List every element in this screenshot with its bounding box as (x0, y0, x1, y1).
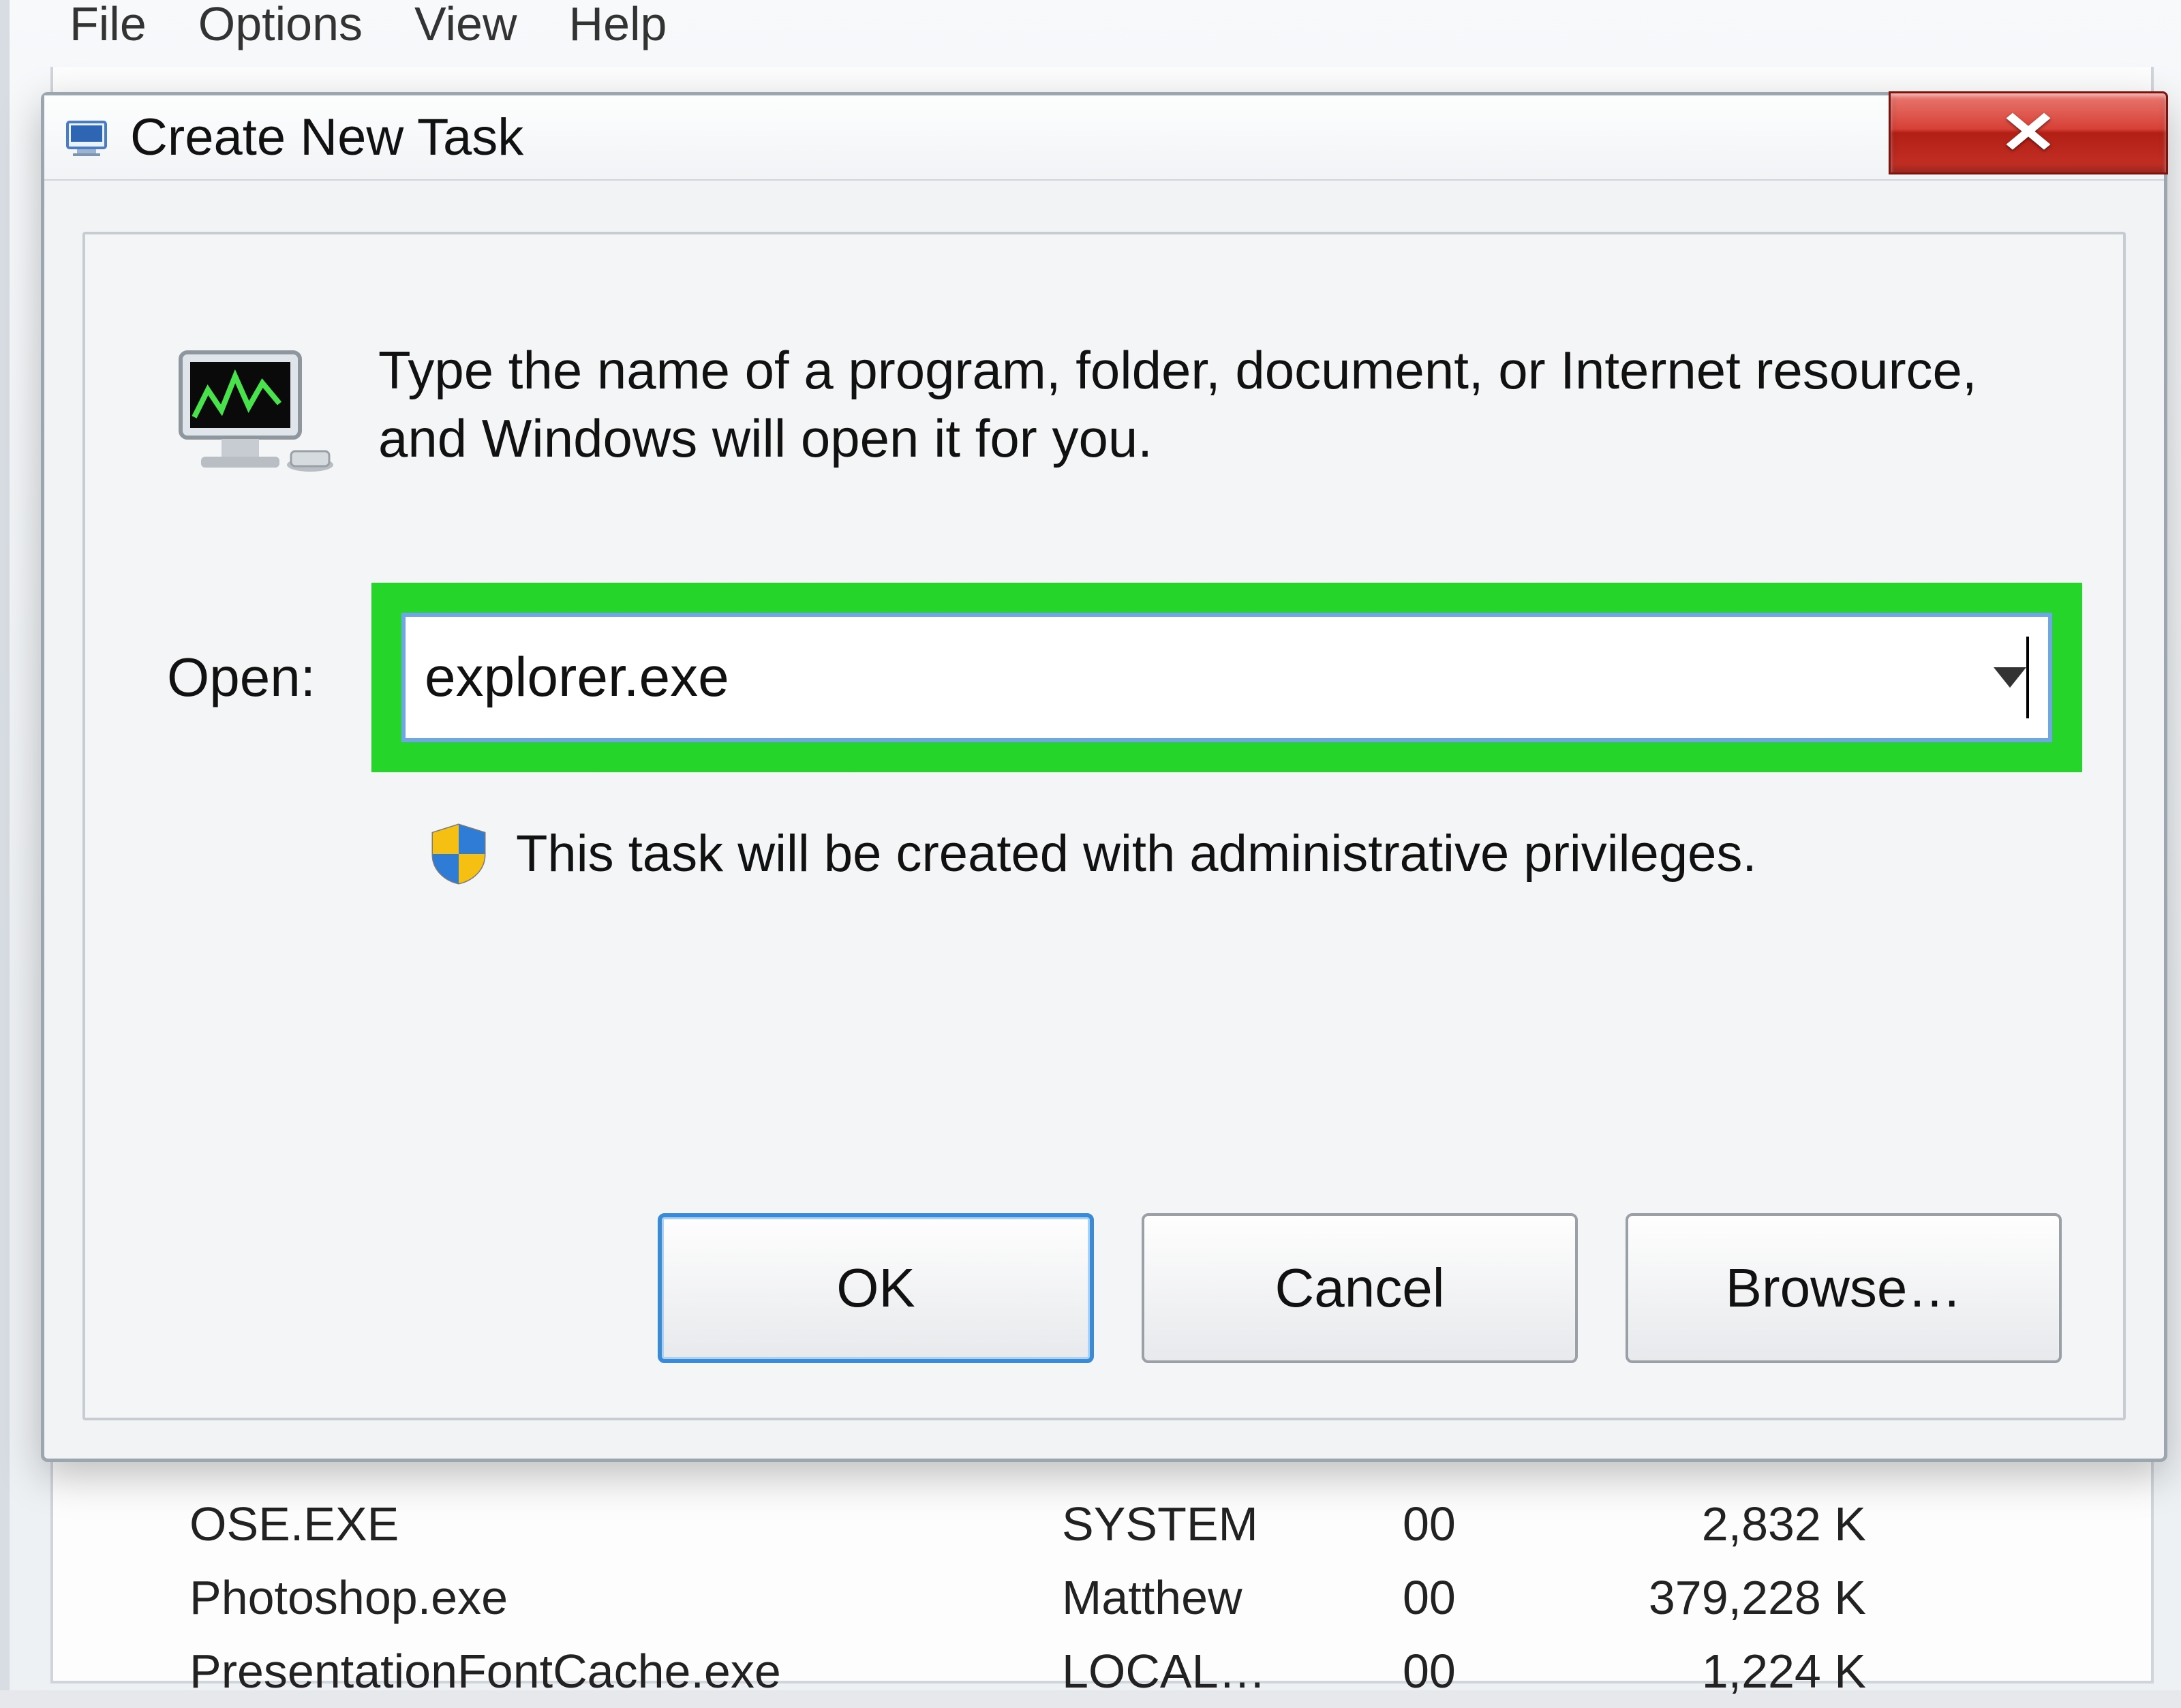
dialog-body: Type the name of a program, folder, docu… (82, 232, 2126, 1420)
admin-note-row: This task will be created with administr… (426, 821, 2069, 886)
table-row[interactable]: PresentationFontCache.exe LOCAL… 00 1,22… (189, 1634, 2124, 1708)
open-label: Open: (167, 646, 371, 709)
process-user: LOCAL… (1062, 1644, 1403, 1698)
uac-shield-icon (426, 821, 491, 886)
open-combobox[interactable] (401, 613, 2052, 742)
process-mem: 379,228 K (1607, 1570, 1866, 1625)
run-program-icon (167, 342, 337, 478)
menu-bar: File Options View Help (64, 0, 672, 61)
browse-button[interactable]: Browse… (1626, 1213, 2062, 1363)
process-mem: 2,832 K (1607, 1497, 1866, 1551)
text-caret (2026, 637, 2029, 718)
dialog-button-row: OK Cancel Browse… (85, 1213, 2123, 1363)
table-row[interactable]: Photoshop.exe Matthew 00 379,228 K (189, 1561, 2124, 1634)
create-new-task-dialog: Create New Task ✕ Type the name of a pro… (41, 92, 2167, 1462)
cancel-button[interactable]: Cancel (1142, 1213, 1578, 1363)
process-cpu: 00 (1403, 1497, 1607, 1551)
process-name: PresentationFontCache.exe (189, 1644, 1062, 1698)
close-icon: ✕ (1999, 99, 2058, 167)
process-cpu: 00 (1403, 1644, 1607, 1698)
title-bar[interactable]: Create New Task ✕ (44, 95, 2164, 181)
dialog-title: Create New Task (130, 108, 523, 167)
run-dialog-icon (65, 118, 114, 157)
close-button[interactable]: ✕ (1889, 91, 2168, 174)
instruction-row: Type the name of a program, folder, docu… (167, 337, 2069, 478)
process-name: OSE.EXE (189, 1497, 1062, 1551)
process-user: Matthew (1062, 1570, 1403, 1625)
open-row: Open: (167, 555, 2082, 800)
process-name: Photoshop.exe (189, 1570, 1062, 1625)
ok-button[interactable]: OK (658, 1213, 1094, 1363)
dropdown-arrow-icon[interactable] (1994, 667, 2026, 688)
menu-options[interactable]: Options (193, 0, 368, 54)
admin-note-text: This task will be created with administr… (516, 824, 1756, 883)
browse-button-label: Browse… (1726, 1257, 1962, 1320)
menu-file[interactable]: File (64, 0, 152, 54)
ok-button-label: OK (836, 1257, 915, 1320)
process-cpu: 00 (1403, 1570, 1607, 1625)
cancel-button-label: Cancel (1275, 1257, 1444, 1320)
process-user: SYSTEM (1062, 1497, 1403, 1551)
process-mem: 1,224 K (1607, 1644, 1866, 1698)
menu-view[interactable]: View (409, 0, 522, 54)
instruction-text: Type the name of a program, folder, docu… (378, 337, 2069, 478)
menu-help[interactable]: Help (564, 0, 673, 54)
process-table: OSE.EXE SYSTEM 00 2,832 K Photoshop.exe … (189, 1487, 2124, 1708)
open-input[interactable] (425, 645, 2028, 710)
table-row[interactable]: OSE.EXE SYSTEM 00 2,832 K (189, 1487, 2124, 1561)
input-highlight (371, 583, 2082, 772)
